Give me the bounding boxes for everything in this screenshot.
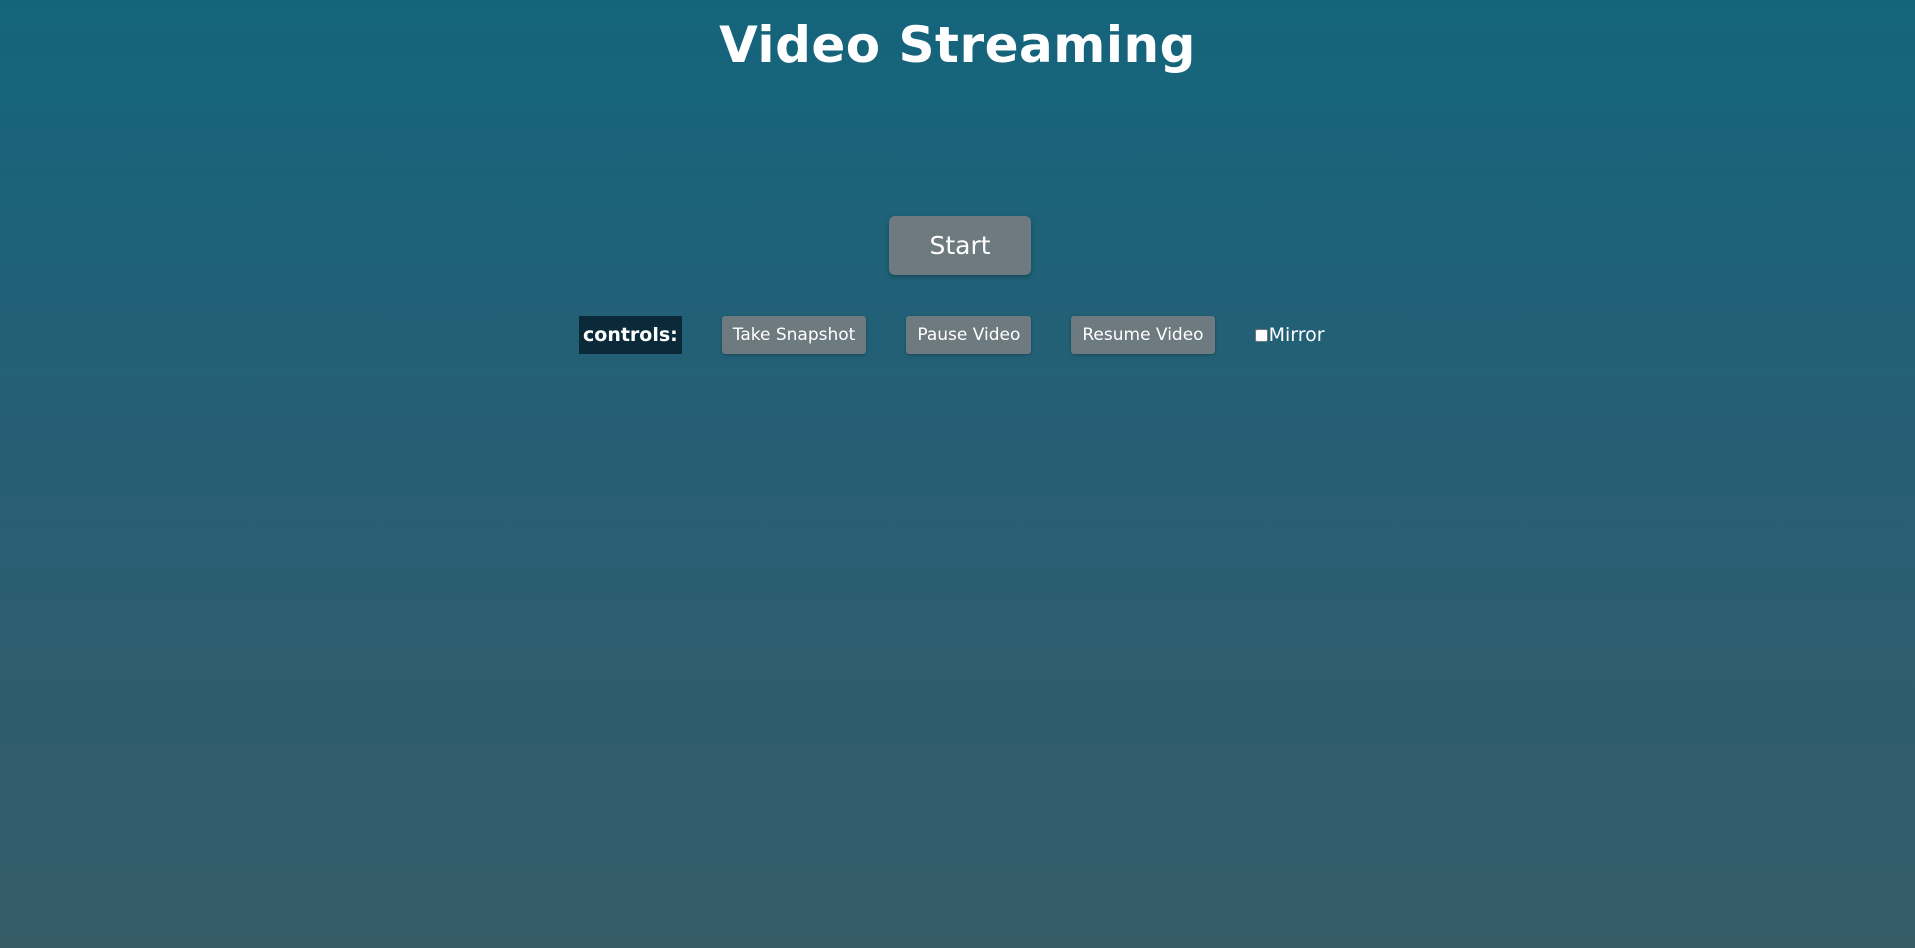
- start-button[interactable]: Start: [889, 216, 1031, 275]
- mirror-checkbox[interactable]: [1254, 328, 1268, 342]
- mirror-toggle[interactable]: Mirror: [1254, 324, 1325, 346]
- page-title: Video Streaming: [719, 16, 1196, 74]
- controls-bar: controls: Take Snapshot Pause Video Resu…: [579, 316, 1325, 354]
- pause-video-button[interactable]: Pause Video: [906, 316, 1032, 354]
- mirror-label: Mirror: [1268, 324, 1325, 346]
- take-snapshot-button[interactable]: Take Snapshot: [721, 316, 867, 354]
- controls-label: controls:: [579, 316, 682, 354]
- resume-video-button[interactable]: Resume Video: [1071, 316, 1215, 354]
